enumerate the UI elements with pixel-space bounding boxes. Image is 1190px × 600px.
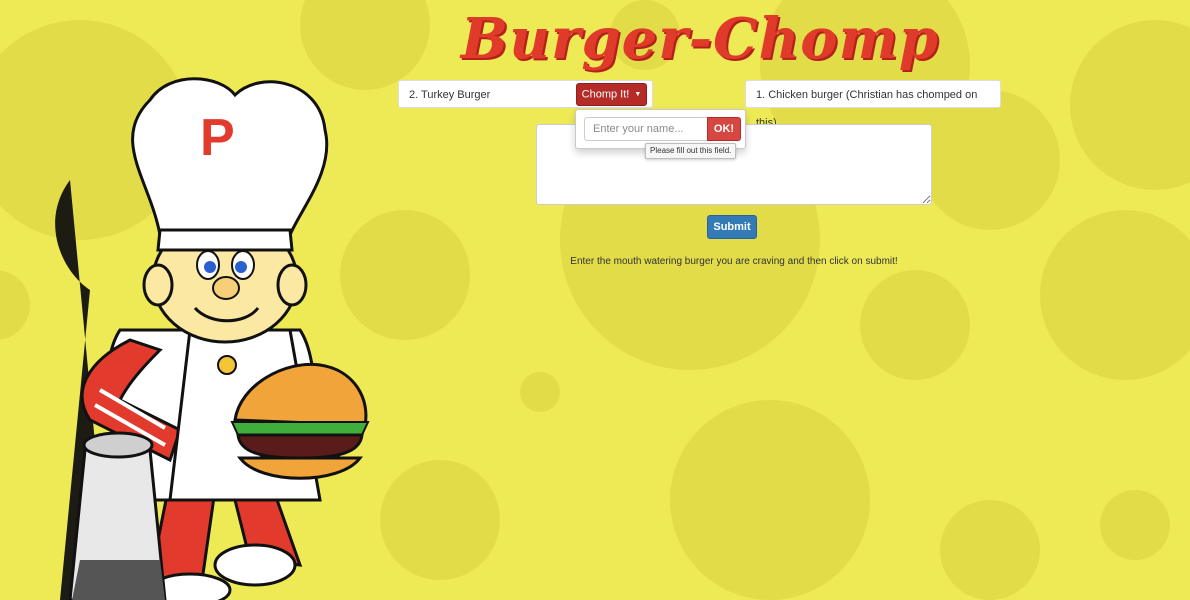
chomp-it-label: Chomp It! — [581, 88, 630, 101]
bg-dot — [1070, 20, 1190, 190]
bg-dot — [1040, 210, 1190, 380]
name-input[interactable] — [584, 117, 708, 141]
bg-dot — [1100, 490, 1170, 560]
chef-mascot-illustration: P — [55, 77, 370, 600]
instruction-text: Enter the mouth watering burger you are … — [570, 256, 898, 267]
bg-dot — [920, 90, 1060, 230]
bg-dot — [380, 460, 500, 580]
eaten-burger-item: 1. Chicken burger (Christian has chomped… — [745, 80, 1001, 129]
hat-emblem: P — [200, 109, 235, 167]
page-title: Burger-Chomp — [460, 6, 940, 72]
caret-down-icon: ▼ — [634, 91, 642, 98]
bg-dot — [520, 372, 560, 412]
bg-dot — [940, 500, 1040, 600]
submit-button[interactable]: Submit — [707, 215, 757, 239]
validation-tooltip: Please fill out this field. — [645, 143, 737, 159]
chomp-it-button[interactable]: Chomp It! ▼ — [576, 83, 647, 106]
uneaten-burger-label: 2. Turkey Burger — [409, 89, 491, 101]
bg-dot — [670, 400, 870, 600]
ok-button[interactable]: OK! — [707, 117, 741, 141]
bg-dot — [860, 270, 970, 380]
